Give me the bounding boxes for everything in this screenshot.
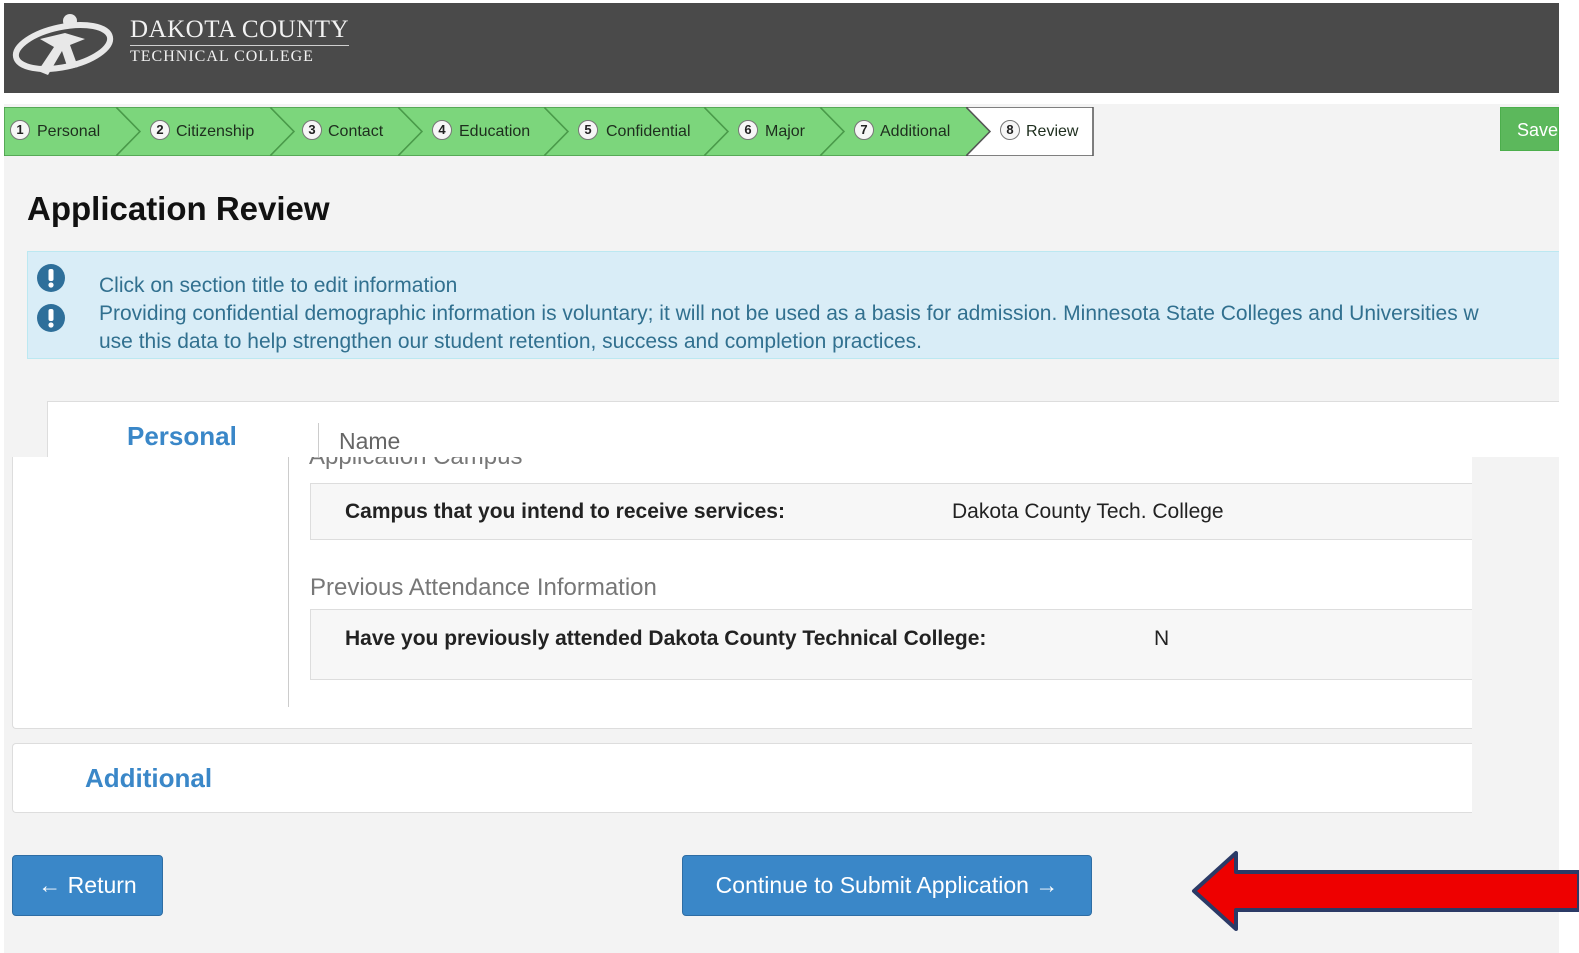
attendance-row: Have you previously attended Dakota Coun… [310, 609, 1472, 680]
site-header: DAKOTA COUNTY TECHNICAL COLLEGE [4, 3, 1559, 93]
divider [288, 457, 289, 707]
step-label: Contact [328, 123, 384, 140]
campus-question: Campus that you intend to receive servic… [345, 500, 785, 523]
step-label: Education [459, 123, 531, 140]
continue-submit-button[interactable]: Continue to Submit Application → [682, 855, 1092, 916]
name-heading: Name [339, 428, 401, 454]
alert-line-confidential: Providing confidential demographic infor… [99, 302, 1479, 325]
save-button[interactable]: Save [1500, 107, 1559, 151]
college-name-line1: DAKOTA COUNTY [130, 16, 350, 43]
red-arrow-annotation-icon [1192, 851, 1579, 931]
step-citizenship[interactable]: 2 Citizenship [116, 107, 296, 156]
application-campus-heading: Application Campus [309, 457, 709, 475]
step-number: 6 [738, 120, 758, 140]
step-label: Major [765, 123, 806, 140]
section-title-additional[interactable]: Additional [85, 763, 212, 794]
step-label: Additional [880, 123, 951, 140]
application-steps: 1 Personal 2 Citizenship 3 Contact 4 Edu… [4, 107, 1094, 156]
step-number: 4 [432, 120, 452, 140]
personal-card-header [47, 401, 1559, 457]
alert-line-edit-hint: Click on section title to edit informati… [99, 274, 458, 297]
application-campus-heading-text: Application Campus [309, 457, 522, 471]
step-review[interactable]: 8 Review [966, 107, 1094, 156]
exclamation-circle-icon [37, 304, 65, 332]
college-name: DAKOTA COUNTY TECHNICAL COLLEGE [130, 16, 350, 67]
previous-attendance-heading: Previous Attendance Information [310, 574, 657, 601]
alert-message: Click on section title to edit informati… [99, 272, 1559, 356]
step-label: Confidential [606, 123, 691, 140]
divider [318, 423, 319, 457]
section-title-personal[interactable]: Personal [127, 421, 237, 452]
campus-answer: Dakota County Tech. College [952, 500, 1224, 523]
step-label: Review [1026, 123, 1079, 140]
step-number: 8 [1000, 120, 1020, 140]
step-number: 3 [302, 120, 322, 140]
page-title: Application Review [27, 190, 330, 227]
alert-line-confidential-cont: use this data to help strengthen our stu… [99, 330, 922, 353]
step-number: 7 [854, 120, 874, 140]
exclamation-circle-icon [37, 264, 65, 292]
additional-card [12, 743, 1472, 813]
attendance-question: Have you previously attended Dakota Coun… [345, 627, 987, 650]
attendance-answer: N [1154, 627, 1170, 650]
college-name-line2: TECHNICAL COLLEGE [130, 45, 350, 67]
step-label: Citizenship [176, 123, 255, 140]
step-number: 5 [578, 120, 598, 140]
info-alert: Click on section title to edit informati… [27, 251, 1559, 359]
campus-row: Campus that you intend to receive servic… [310, 483, 1472, 540]
step-number: 1 [10, 120, 30, 140]
college-logo-icon [12, 14, 114, 75]
return-button[interactable]: ← Return [12, 855, 163, 916]
step-label: Personal [37, 123, 101, 140]
step-number: 2 [150, 120, 170, 140]
